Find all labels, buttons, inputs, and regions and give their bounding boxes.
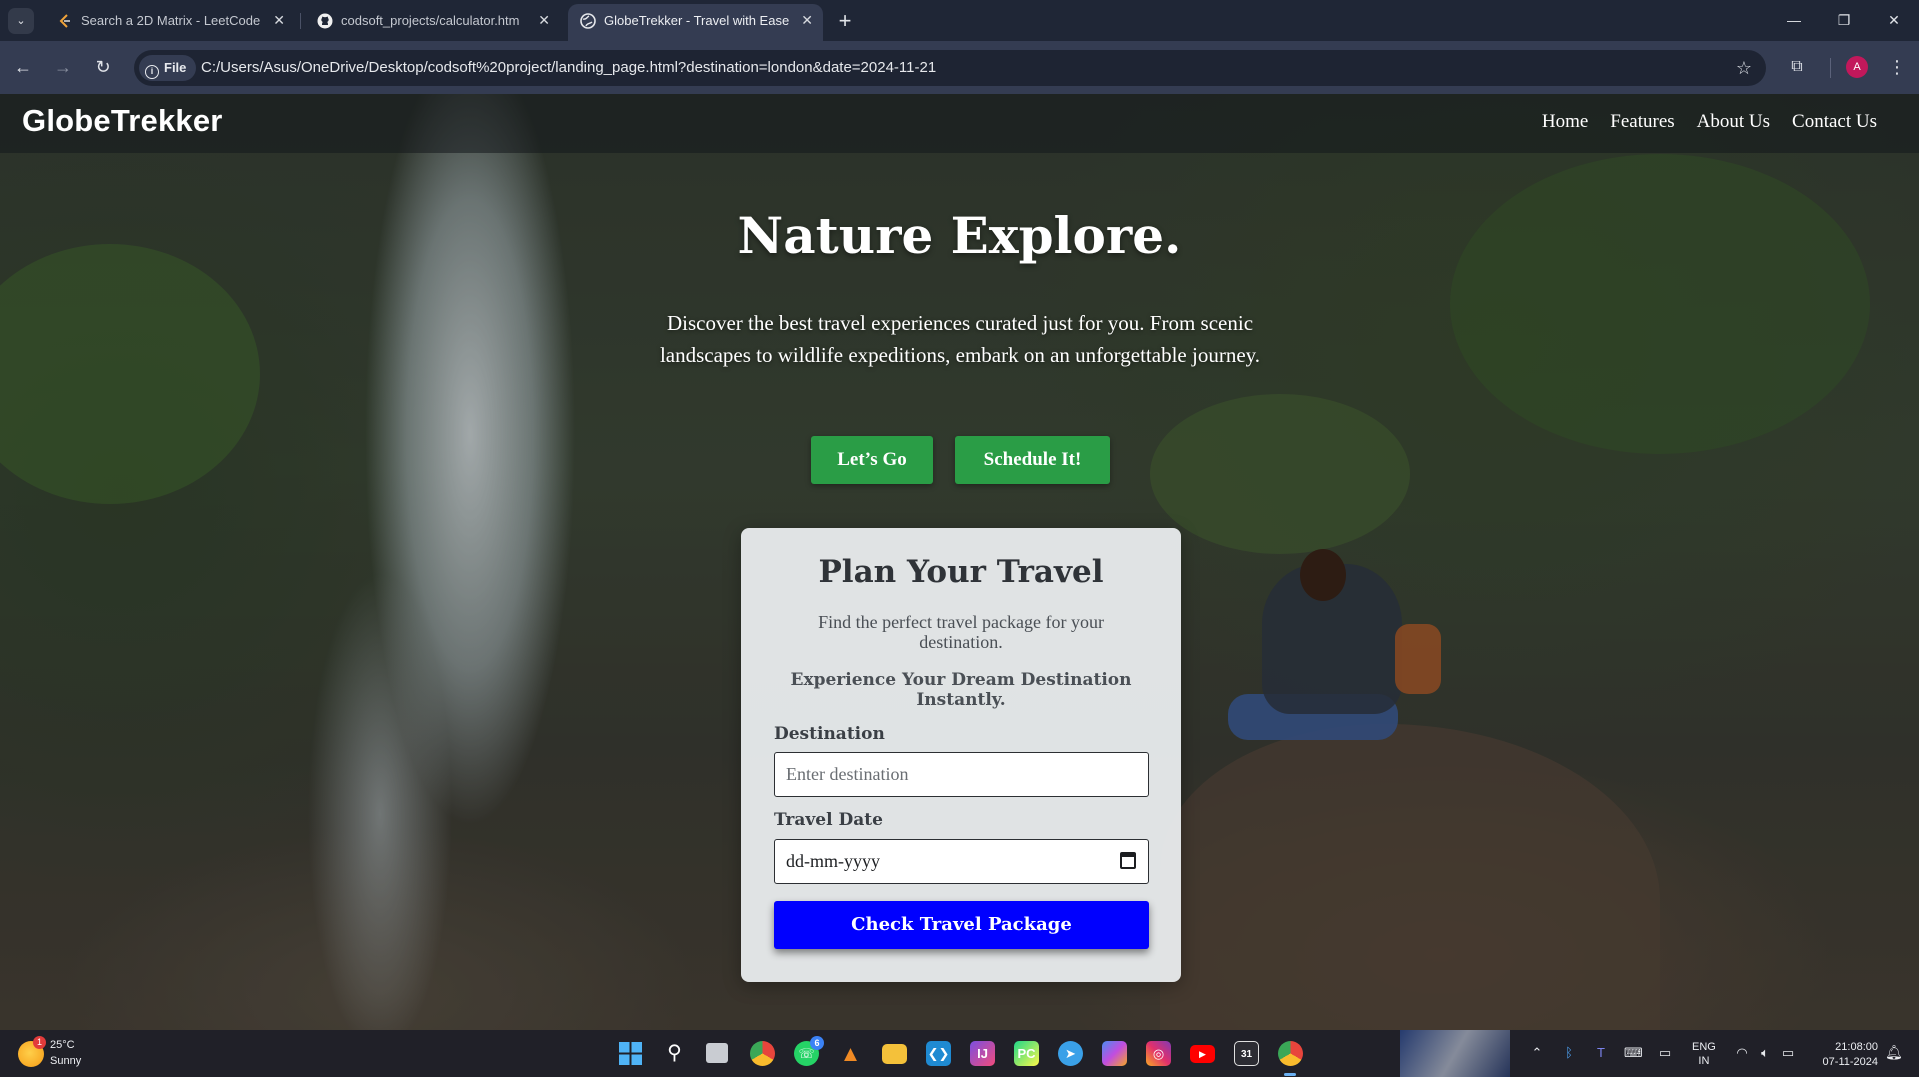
browser-toolbar: ← → ↻ i File C:/Users/Asus/OneDrive/Deskt… (0, 41, 1919, 94)
tab-title: codsoft_projects/calculator.htm (341, 13, 520, 28)
vscode-icon[interactable]: ❮❯ (926, 1041, 951, 1066)
check-travel-package-button[interactable]: Check Travel Package (774, 901, 1149, 949)
site-nav: Home Features About Us Contact Us (1542, 111, 1877, 133)
site-logo[interactable]: GlobeTrekker (22, 103, 223, 139)
back-icon[interactable]: ← (11, 55, 35, 79)
toolbar-divider (1830, 58, 1831, 78)
clock-date: 07-11-2024 (1822, 1056, 1878, 1068)
language-indicator[interactable]: ENG IN (1692, 1040, 1716, 1068)
info-icon: i (145, 65, 159, 79)
site-info-label: File (164, 60, 187, 75)
close-window-icon[interactable]: ✕ (1869, 0, 1919, 41)
leetcode-icon (59, 14, 70, 28)
battery-icon[interactable]: ▭ (1779, 1045, 1797, 1061)
task-view-icon[interactable] (706, 1043, 728, 1063)
weather-badge: 1 (33, 1036, 46, 1049)
clock-time: 21:08:00 (1835, 1041, 1878, 1053)
wifi-icon[interactable]: ◠ (1733, 1045, 1751, 1061)
taskbar: 1 25°C Sunny ⚲ ☏ 6 ▲ ❮❯ IJ PC ➤ ◎ ▶ 31 ⌃… (0, 1030, 1919, 1077)
card-tagline: Experience Your Dream Destination Instan… (790, 670, 1132, 710)
reload-icon[interactable]: ↻ (91, 55, 115, 79)
notification-bell-icon[interactable]: 🔔︎ (1885, 1044, 1903, 1061)
nav-features[interactable]: Features (1610, 111, 1674, 133)
chrome-profile-icon[interactable] (1278, 1041, 1303, 1066)
site-info-chip[interactable]: i File (139, 55, 197, 81)
destination-input[interactable]: Enter destination (774, 752, 1149, 797)
calendar-app-icon[interactable]: 31 (1234, 1041, 1259, 1066)
extensions-icon[interactable]: ⧉ (1785, 55, 1809, 79)
plan-travel-card: Plan Your Travel Find the perfect travel… (741, 528, 1181, 982)
page-viewport: GlobeTrekker Home Features About Us Cont… (0, 94, 1919, 1030)
close-icon[interactable]: ✕ (801, 4, 813, 37)
globe-icon (580, 13, 596, 29)
url-text[interactable]: C:/Users/Asus/OneDrive/Desktop/codsoft%2… (201, 50, 936, 86)
nav-contact-us[interactable]: Contact Us (1792, 111, 1877, 133)
travel-date-input[interactable]: dd-mm-yyyy (774, 839, 1149, 884)
pycharm-icon[interactable]: PC (1014, 1041, 1039, 1066)
vlc-icon[interactable]: ▲ (838, 1041, 863, 1066)
region-code: IN (1698, 1055, 1710, 1067)
date-placeholder: dd-mm-yyyy (786, 851, 880, 871)
github-icon (317, 13, 333, 29)
forward-icon[interactable]: → (51, 55, 75, 79)
taskbar-thumbnail (1400, 1030, 1510, 1077)
chrome-icon[interactable] (750, 1041, 775, 1066)
tab-leetcode[interactable]: Search a 2D Matrix - LeetCode ✕ (45, 4, 295, 41)
keyboard-icon[interactable]: ⌨ (1624, 1045, 1643, 1061)
copilot-icon[interactable] (1102, 1041, 1127, 1066)
hero-subtitle: Discover the best travel experiences cur… (659, 311, 1261, 367)
profile-avatar[interactable]: A (1846, 56, 1868, 78)
windows-start-icon[interactable] (618, 1041, 643, 1066)
instagram-icon[interactable]: ◎ (1146, 1041, 1171, 1066)
calendar-icon[interactable] (1120, 852, 1136, 869)
lets-go-button[interactable]: Let’s Go (811, 436, 933, 484)
volume-icon[interactable]: 🔈︎ (1756, 1045, 1774, 1061)
intellij-icon[interactable]: IJ (970, 1041, 995, 1066)
close-icon[interactable]: ✕ (538, 4, 550, 37)
hero-title: Nature Explore. (737, 206, 1182, 265)
tab-github[interactable]: codsoft_projects/calculator.htm ✕ (305, 4, 560, 41)
tab-title: Search a 2D Matrix - LeetCode (81, 13, 261, 28)
browser-tab-bar: ⌄ Search a 2D Matrix - LeetCode ✕ codsof… (0, 0, 1919, 41)
youtube-icon[interactable]: ▶ (1190, 1045, 1215, 1063)
tab-search-button[interactable]: ⌄ (8, 8, 34, 34)
chevron-up-icon[interactable]: ⌃ (1528, 1045, 1546, 1061)
card-title: Plan Your Travel (818, 554, 1104, 590)
search-icon[interactable]: ⚲ (662, 1041, 687, 1066)
active-app-indicator (1284, 1073, 1296, 1076)
schedule-it-button[interactable]: Schedule It! (955, 436, 1110, 484)
tab-separator (300, 13, 301, 29)
destination-label: Destination (774, 724, 885, 744)
kebab-menu-icon[interactable]: ⋮ (1885, 55, 1909, 79)
site-header: GlobeTrekker Home Features About Us Cont… (0, 94, 1919, 153)
weather-temperature[interactable]: 25°C (50, 1039, 75, 1051)
nav-home[interactable]: Home (1542, 111, 1588, 133)
new-tab-button[interactable]: + (832, 6, 858, 36)
bookmark-star-icon[interactable]: ☆ (1736, 50, 1752, 86)
travel-date-label: Travel Date (774, 810, 883, 830)
tab-title: GlobeTrekker - Travel with Ease (604, 13, 789, 28)
file-explorer-icon[interactable] (882, 1044, 907, 1064)
display-icon[interactable]: ▭ (1656, 1045, 1674, 1061)
restore-icon[interactable]: ❐ (1819, 0, 1869, 41)
whatsapp-badge: 6 (810, 1036, 824, 1050)
tab-globetrekker[interactable]: GlobeTrekker - Travel with Ease ✕ (568, 4, 823, 41)
address-bar[interactable]: i File C:/Users/Asus/OneDrive/Desktop/cod… (134, 50, 1766, 86)
clock[interactable]: 21:08:00 07-11-2024 (1810, 1040, 1878, 1070)
weather-description[interactable]: Sunny (50, 1055, 81, 1067)
close-icon[interactable]: ✕ (273, 4, 285, 37)
minimize-icon[interactable]: — (1769, 0, 1819, 41)
card-subtitle: Find the perfect travel package for your… (818, 612, 1104, 652)
messenger-icon[interactable]: ➤ (1058, 1041, 1083, 1066)
nav-about-us[interactable]: About Us (1697, 111, 1770, 133)
bluetooth-icon[interactable]: ᛒ (1560, 1045, 1578, 1060)
language-code: ENG (1692, 1041, 1716, 1053)
teams-icon[interactable]: T (1592, 1045, 1610, 1060)
